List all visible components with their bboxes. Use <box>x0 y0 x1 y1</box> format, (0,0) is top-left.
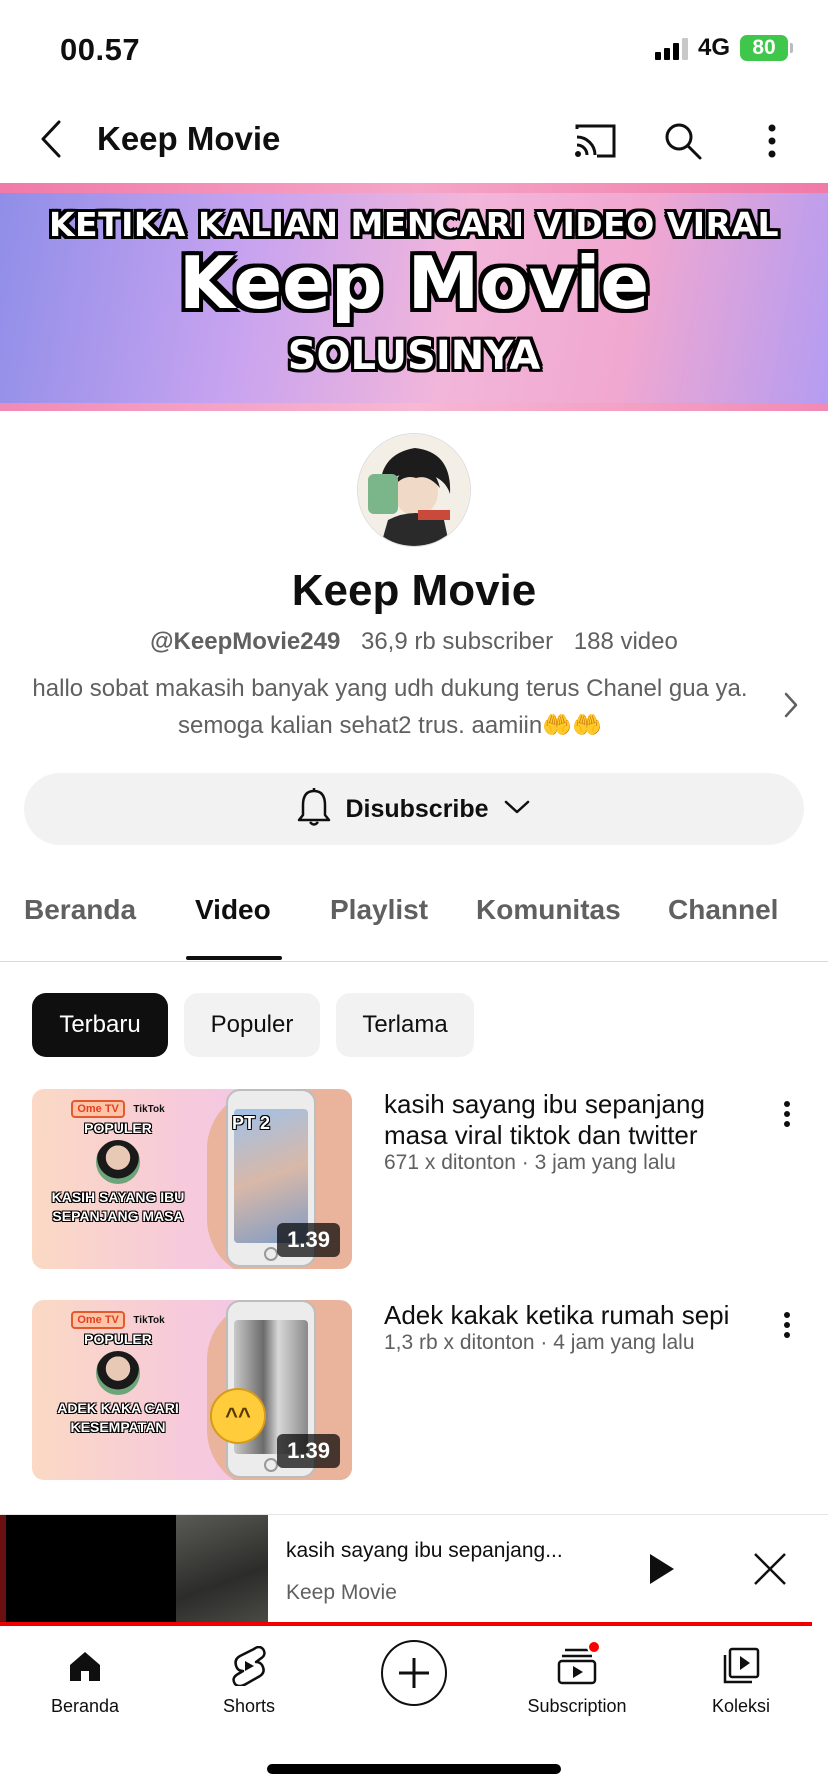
chip-populer[interactable]: Populer <box>184 993 320 1057</box>
channel-handle: @KeepMovie249 <box>150 628 341 655</box>
nav-label: Subscription <box>527 1696 627 1716</box>
video-meta: 1,3 rb x ditonton · 4 jam yang lalu <box>384 1331 695 1354</box>
channel-description[interactable]: hallo sobat makasih banyak yang udh duku… <box>30 670 750 744</box>
nav-label: Koleksi <box>711 1696 771 1716</box>
nav-koleksi[interactable]: Koleksi <box>671 1644 811 1717</box>
tab-beranda[interactable]: Beranda <box>24 894 136 926</box>
video-title[interactable]: Adek kakak ketika rumah sepi <box>384 1300 774 1331</box>
video-duration: 1.39 <box>277 1223 340 1257</box>
active-tab-indicator <box>186 956 282 960</box>
nav-beranda[interactable]: Beranda <box>15 1644 155 1717</box>
nav-label: Shorts <box>222 1696 276 1716</box>
tiktok-logo: TikTok <box>133 1315 165 1326</box>
mini-player-channel: Keep Movie <box>286 1581 397 1604</box>
mini-player-thumbnail[interactable] <box>0 1515 268 1623</box>
chevron-right-icon[interactable] <box>776 690 806 720</box>
nav-label: Beranda <box>50 1696 120 1716</box>
chevron-down-icon <box>503 798 531 821</box>
tab-video[interactable]: Video <box>195 894 271 926</box>
home-indicator <box>267 1764 561 1774</box>
tab-playlist[interactable]: Playlist <box>330 894 428 926</box>
thumb-label: POPULER <box>84 1120 152 1136</box>
more-vert-icon[interactable] <box>772 1097 802 1131</box>
tiktok-logo: TikTok <box>133 1104 165 1115</box>
signal-icon <box>654 36 688 60</box>
status-indicators: 4G 80 <box>654 34 793 62</box>
avatar <box>96 1351 140 1395</box>
shorts-icon <box>227 1644 271 1688</box>
banner-line-3: SOLUSINYA <box>287 333 541 379</box>
tab-channel[interactable]: Channel <box>668 894 778 926</box>
more-vert-icon[interactable] <box>747 116 797 166</box>
home-icon <box>63 1644 107 1688</box>
banner-line-1: KETIKA KALIAN MENCARI VIDEO VIRAL <box>48 205 780 244</box>
thumb-label: POPULER <box>84 1331 152 1347</box>
mini-player-title[interactable]: kasih sayang ibu sepanjang... <box>286 1539 563 1563</box>
subscriber-count: 36,9 rb subscriber <box>360 628 554 655</box>
avatar <box>96 1140 140 1184</box>
mini-player[interactable]: kasih sayang ibu sepanjang... Keep Movie <box>0 1514 828 1626</box>
omet-tv-badge: Ome TV <box>71 1311 125 1329</box>
thumb-caption: ADEK KAKA CARI KESEMPATAN <box>57 1400 179 1435</box>
subscribe-button[interactable]: Disubscribe <box>24 773 804 845</box>
channel-tabs: Beranda Video Playlist Komunitas Channel <box>0 870 828 962</box>
channel-meta: @KeepMovie249 36,9 rb subscriber 188 vid… <box>0 628 828 656</box>
bottom-nav: Beranda Shorts Subscription Koleksi <box>0 1626 828 1792</box>
battery-level: 80 <box>752 36 776 59</box>
status-time: 00.57 <box>60 32 141 67</box>
more-vert-icon[interactable] <box>772 1308 802 1342</box>
battery-icon: 80 <box>740 35 793 61</box>
channel-avatar[interactable] <box>357 433 471 547</box>
app-header: Keep Movie <box>0 100 828 182</box>
video-meta: 671 x ditonton · 3 jam yang lalu <box>384 1151 676 1174</box>
video-thumbnail[interactable]: ^^ Ome TV TikTok POPULER ADEK KAKA CARI … <box>32 1300 352 1480</box>
subscribe-label: Disubscribe <box>345 794 489 823</box>
video-count: 188 video <box>573 628 678 655</box>
close-icon[interactable] <box>748 1547 792 1591</box>
tab-komunitas[interactable]: Komunitas <box>476 894 621 926</box>
thumb-caption: KASIH SAYANG IBU SEPANJANG MASA <box>51 1189 185 1224</box>
status-bar: 00.57 4G 80 <box>0 0 828 100</box>
search-icon[interactable] <box>658 116 708 166</box>
banner-line-2: Keep Movie <box>178 241 650 325</box>
create-icon[interactable] <box>381 1640 447 1706</box>
bell-icon <box>297 787 331 832</box>
omet-tv-badge: Ome TV <box>71 1100 125 1118</box>
back-icon[interactable] <box>28 116 74 162</box>
chip-terlama[interactable]: Terlama <box>336 993 474 1057</box>
channel-banner: KETIKA KALIAN MENCARI VIDEO VIRAL Keep M… <box>0 183 828 411</box>
notification-dot <box>587 1640 601 1654</box>
nav-shorts[interactable]: Shorts <box>179 1644 319 1717</box>
video-duration: 1.39 <box>277 1434 340 1468</box>
nav-subscription[interactable]: Subscription <box>507 1640 647 1717</box>
video-title[interactable]: kasih sayang ibu sepanjang masa viral ti… <box>384 1089 774 1151</box>
cast-icon[interactable] <box>570 116 620 166</box>
video-thumbnail[interactable]: PT 2 Ome TV TikTok POPULER KASIH SAYANG … <box>32 1089 352 1269</box>
video-item[interactable]: ^^ Ome TV TikTok POPULER ADEK KAKA CARI … <box>0 1300 828 1482</box>
grin-emoji-icon: ^^ <box>210 1388 266 1444</box>
thumb-overlay-text: PT 2 <box>232 1113 271 1133</box>
library-icon <box>719 1644 763 1688</box>
channel-name: Keep Movie <box>291 566 537 615</box>
subscriptions-icon <box>555 1640 601 1688</box>
play-icon[interactable] <box>640 1547 684 1591</box>
chip-terbaru[interactable]: Terbaru <box>32 993 168 1057</box>
video-item[interactable]: PT 2 Ome TV TikTok POPULER KASIH SAYANG … <box>0 1089 828 1271</box>
page-title: Keep Movie <box>97 120 281 157</box>
network-type: 4G <box>697 34 730 61</box>
